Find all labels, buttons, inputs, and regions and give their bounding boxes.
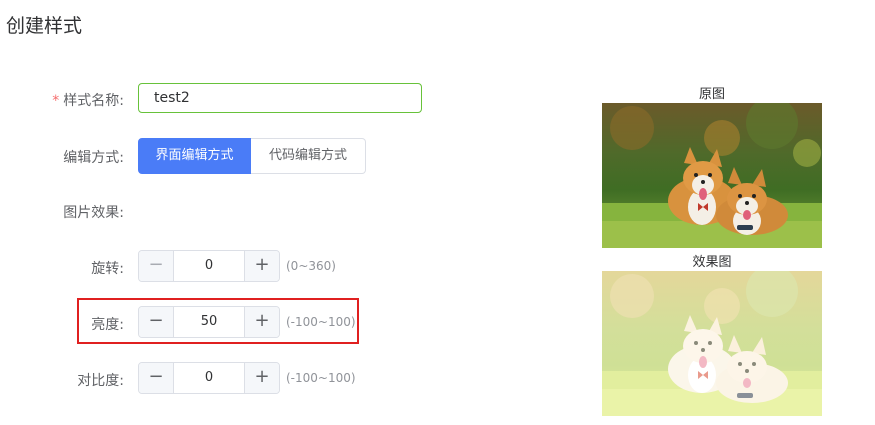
original-image xyxy=(602,103,822,248)
edit-mode-toggle: 界面编辑方式 代码编辑方式 xyxy=(138,138,366,174)
brightness-stepper: − 50 + xyxy=(138,306,280,338)
contrast-increment-button[interactable]: + xyxy=(244,363,279,393)
required-mark: * xyxy=(52,93,60,109)
contrast-decrement-button[interactable]: − xyxy=(139,363,174,393)
rotate-decrement-button[interactable]: − xyxy=(139,251,174,281)
contrast-stepper: − 0 + xyxy=(138,362,280,394)
brightness-range-hint: (-100~100) xyxy=(286,315,356,329)
brightness-decrement-button[interactable]: − xyxy=(139,307,174,337)
edit-mode-label: 编辑方式: xyxy=(63,150,124,166)
page-title: 创建样式 xyxy=(6,15,83,37)
rotate-value[interactable]: 0 xyxy=(174,251,244,281)
rotate-increment-button[interactable]: + xyxy=(244,251,279,281)
ui-edit-mode-button[interactable]: 界面编辑方式 xyxy=(138,138,251,174)
contrast-range-hint: (-100~100) xyxy=(286,371,356,385)
contrast-label: 对比度: xyxy=(77,373,124,389)
effect-caption: 效果图 xyxy=(692,255,732,270)
brightness-label: 亮度: xyxy=(91,317,124,333)
image-effects-label: 图片效果: xyxy=(63,205,124,221)
rotate-range-hint: (0~360) xyxy=(286,259,336,273)
original-caption: 原图 xyxy=(698,87,725,102)
name-label: 样式名称: xyxy=(63,93,124,109)
brightness-increment-button[interactable]: + xyxy=(244,307,279,337)
rotate-stepper: − 0 + xyxy=(138,250,280,282)
contrast-value[interactable]: 0 xyxy=(174,363,244,393)
rotate-label: 旋转: xyxy=(91,261,124,277)
style-name-input[interactable] xyxy=(138,83,422,113)
name-label-row: * 样式名称: xyxy=(14,90,124,110)
effect-image xyxy=(602,271,822,416)
code-edit-mode-button[interactable]: 代码编辑方式 xyxy=(251,138,366,174)
brightness-value[interactable]: 50 xyxy=(174,307,244,337)
